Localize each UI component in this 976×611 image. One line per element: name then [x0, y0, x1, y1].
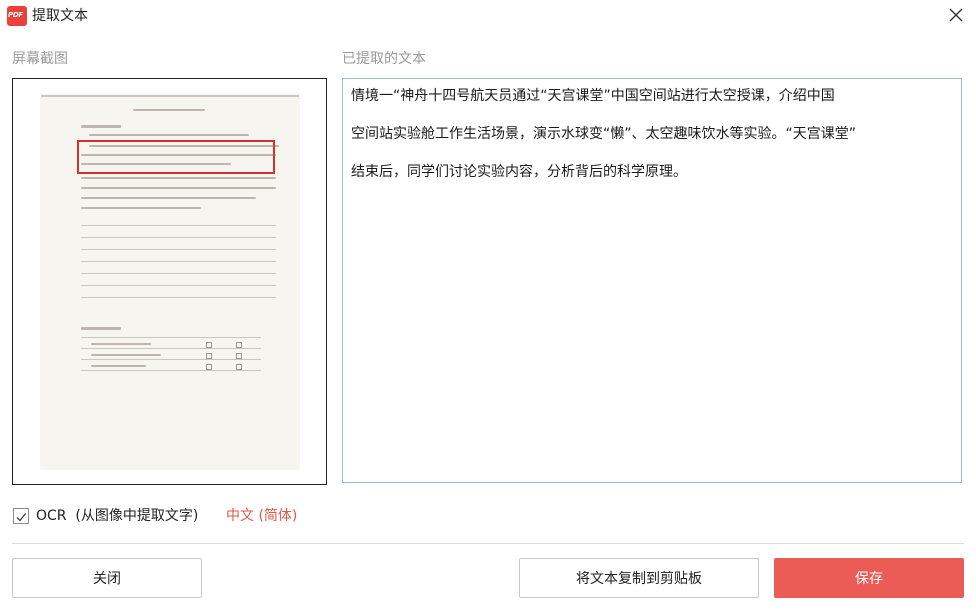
window-title: 提取文本: [32, 8, 88, 24]
screenshot-preview: [12, 78, 327, 485]
extracted-text-label: 已提取的文本: [342, 51, 426, 67]
save-button[interactable]: 保存: [774, 558, 964, 598]
ocr-checkbox[interactable]: [13, 508, 29, 524]
screenshot-label: 屏幕截图: [12, 51, 68, 67]
extracted-text-area[interactable]: 情境一“神舟十四号航天员通过“天宫课堂”中国空间站进行太空授课，介绍中国 空间站…: [342, 78, 962, 483]
close-button[interactable]: 关闭: [12, 558, 202, 598]
text-line: 结束后，同学们讨论实验内容，分析背后的科学原理。: [351, 164, 687, 180]
checkmark-icon: [16, 513, 27, 522]
text-line: 空间站实验舱工作生活场景，演示水球变“懒”、太空趣味饮水等实验。“天宫课堂”: [351, 126, 857, 142]
ocr-language-link[interactable]: 中文 (简体): [226, 507, 297, 525]
copy-to-clipboard-button[interactable]: 将文本复制到剪贴板: [519, 558, 759, 598]
divider: [12, 543, 964, 544]
document-thumbnail: [41, 95, 299, 469]
pdf-app-icon: PDF: [7, 6, 27, 26]
text-line: 情境一“神舟十四号航天员通过“天宫课堂”中国空间站进行太空授课，介绍中国: [351, 88, 835, 104]
close-icon[interactable]: [946, 5, 966, 25]
ocr-label[interactable]: OCR (从图像中提取文字): [36, 507, 198, 525]
